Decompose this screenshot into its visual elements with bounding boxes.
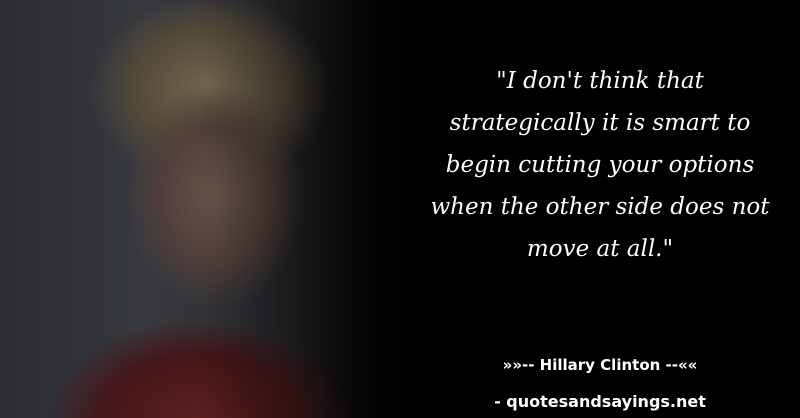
quote-line: move at all." — [526, 236, 674, 262]
quote-line: when the other side does not — [430, 194, 770, 220]
quote-text: "I don't think that strategically it is … — [400, 60, 800, 270]
quote-line: strategically it is smart to — [449, 110, 751, 136]
quote-author: »»-- Hillary Clinton --«« — [502, 356, 698, 374]
quote-line: "I don't think that — [496, 68, 704, 94]
quote-card: "I don't think that strategically it is … — [0, 0, 800, 418]
site-watermark: - quotesandsayings.net — [494, 392, 706, 411]
quote-line: begin cutting your options — [445, 152, 755, 178]
